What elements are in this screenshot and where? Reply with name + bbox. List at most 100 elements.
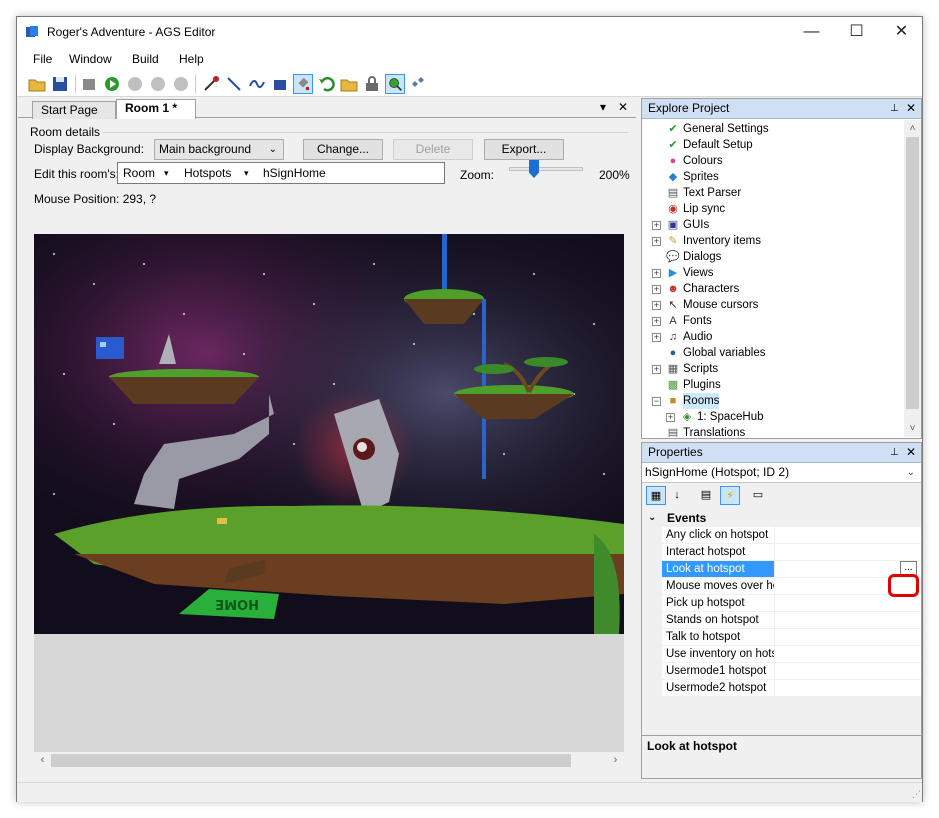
alphabetical-icon[interactable]: ↓ — [667, 486, 687, 505]
display-background-select[interactable]: Main background ⌄ — [154, 139, 284, 160]
menu-build[interactable]: Build — [132, 52, 159, 66]
tree-item[interactable]: ▤ Translations — [652, 425, 892, 437]
scroll-thumb[interactable] — [51, 754, 571, 767]
rectangle-fill-icon[interactable] — [270, 74, 290, 94]
line-draw-icon[interactable] — [224, 74, 244, 94]
fill-bucket-icon[interactable] — [293, 74, 313, 94]
expand-icon[interactable]: + — [652, 269, 661, 278]
property-row[interactable]: Stands on hotspot — [642, 612, 921, 629]
property-row[interactable]: Usermode1 hotspot — [642, 663, 921, 680]
tab-start-page[interactable]: Start Page — [32, 101, 116, 119]
property-row[interactable]: Look at hotspot... — [642, 561, 921, 578]
property-value[interactable] — [775, 527, 921, 544]
expand-icon[interactable]: + — [652, 285, 661, 294]
export-background-button[interactable]: Export... — [484, 139, 564, 160]
tree-item[interactable]: + ▦ Scripts — [652, 361, 892, 377]
categorized-icon[interactable]: ▦ — [646, 486, 666, 505]
tree-item[interactable]: + A Fonts — [652, 313, 892, 329]
tree-item[interactable]: ● Colours — [652, 153, 892, 169]
room-canvas[interactable]: HOME ‹ › — [34, 234, 624, 769]
lock-icon[interactable] — [362, 74, 382, 94]
eye-icon[interactable] — [408, 74, 428, 94]
tree-item[interactable]: ● Global variables — [652, 345, 892, 361]
property-value[interactable] — [775, 646, 921, 663]
tree-item[interactable]: + ✎ Inventory items — [652, 233, 892, 249]
minimize-button[interactable]: — — [789, 17, 834, 47]
property-row[interactable]: Any click on hotspot — [642, 527, 921, 544]
events-icon[interactable]: ⚡ — [720, 486, 740, 505]
menu-help[interactable]: Help — [179, 52, 204, 66]
menu-file[interactable]: File — [33, 52, 52, 66]
tab-list-dropdown-icon[interactable]: ▾ — [600, 100, 606, 114]
close-icon[interactable]: ✕ — [906, 443, 916, 462]
tree-item[interactable]: + ↖ Mouse cursors — [652, 297, 892, 313]
collapse-icon[interactable]: − — [652, 397, 661, 406]
category-events[interactable]: ⌄ Events — [642, 509, 921, 527]
open-folder-icon[interactable] — [339, 74, 359, 94]
zoom-slider-thumb[interactable] — [529, 160, 539, 178]
expand-icon[interactable]: + — [652, 237, 661, 246]
property-value[interactable] — [775, 544, 921, 561]
tab-room-1[interactable]: Room 1 * — [116, 99, 196, 119]
undo-icon[interactable] — [316, 74, 336, 94]
property-row[interactable]: Pick up hotspot — [642, 595, 921, 612]
property-value[interactable] — [775, 595, 921, 612]
project-tree[interactable]: ✔ General Settings ✔ Default Setup ● Colours ◆… — [642, 120, 904, 437]
pause-icon[interactable] — [125, 74, 145, 94]
tree-item[interactable]: + ♫ Audio — [652, 329, 892, 345]
tree-item[interactable]: + ▶ Views — [652, 265, 892, 281]
build-icon[interactable] — [79, 74, 99, 94]
edit-layer-dropdown[interactable]: Room — [123, 163, 155, 183]
expand-icon[interactable]: + — [652, 301, 661, 310]
tab-close-icon[interactable]: ✕ — [618, 100, 628, 114]
scroll-down-icon[interactable]: ˅ — [904, 420, 921, 437]
pin-icon[interactable]: ⊥ — [890, 99, 899, 118]
delete-background-button[interactable]: Delete — [393, 139, 473, 160]
edit-item-dropdown[interactable]: hSignHome — [263, 163, 326, 183]
collapse-icon[interactable]: ⌄ — [648, 509, 656, 527]
properties-icon[interactable]: ▤ — [696, 486, 716, 505]
run-icon[interactable] — [102, 74, 122, 94]
maximize-button[interactable]: ☐ — [834, 17, 879, 47]
object-selector[interactable]: hSignHome (Hotspot; ID 2) ⌄ — [642, 463, 921, 483]
scroll-right-icon[interactable]: › — [607, 752, 624, 769]
tree-item[interactable]: + ▣ GUIs — [652, 217, 892, 233]
property-value[interactable] — [775, 680, 921, 697]
expand-icon[interactable]: + — [652, 365, 661, 374]
tree-item[interactable]: ◉ Lip sync — [652, 201, 892, 217]
tree-item[interactable]: ◆ Sprites — [652, 169, 892, 185]
close-icon[interactable]: ✕ — [906, 99, 916, 118]
property-value[interactable] — [775, 663, 921, 680]
room-background-image[interactable]: HOME — [34, 234, 624, 634]
expand-icon[interactable]: + — [652, 221, 661, 230]
property-row[interactable]: Talk to hotspot — [642, 629, 921, 646]
pin-icon[interactable]: ⊥ — [890, 443, 899, 462]
zoom-slider[interactable] — [509, 167, 583, 171]
tree-item[interactable]: ✔ Default Setup — [652, 137, 892, 153]
stop-debug-icon[interactable] — [148, 74, 168, 94]
expand-icon[interactable]: + — [652, 317, 661, 326]
tree-item[interactable]: ▩ Plugins — [652, 377, 892, 393]
tree-item[interactable]: + ◈ 1: SpaceHub — [666, 409, 892, 425]
scroll-up-icon[interactable]: ˄ — [904, 120, 921, 137]
property-row[interactable]: Mouse moves over hot — [642, 578, 921, 595]
property-value[interactable] — [775, 612, 921, 629]
zoom-icon[interactable] — [385, 74, 405, 94]
tree-item[interactable]: − ■ Rooms — [652, 393, 892, 409]
edit-type-dropdown[interactable]: Hotspots — [184, 163, 231, 183]
property-row[interactable]: Usermode2 hotspot — [642, 680, 921, 697]
freehand-icon[interactable] — [247, 74, 267, 94]
property-pages-icon[interactable]: ▭ — [748, 486, 768, 505]
step-icon[interactable] — [171, 74, 191, 94]
property-row[interactable]: Interact hotspot — [642, 544, 921, 561]
tree-item[interactable]: + ☻ Characters — [652, 281, 892, 297]
scroll-left-icon[interactable]: ‹ — [34, 752, 51, 769]
expand-icon[interactable]: + — [652, 333, 661, 342]
scroll-thumb[interactable] — [906, 137, 919, 409]
tree-item[interactable]: ✔ General Settings — [652, 121, 892, 137]
save-icon[interactable] — [50, 74, 70, 94]
expand-icon[interactable]: + — [666, 413, 675, 422]
pick-color-icon[interactable] — [201, 74, 221, 94]
room-horizontal-scrollbar[interactable]: ‹ › — [34, 752, 624, 769]
open-icon[interactable] — [27, 74, 47, 94]
